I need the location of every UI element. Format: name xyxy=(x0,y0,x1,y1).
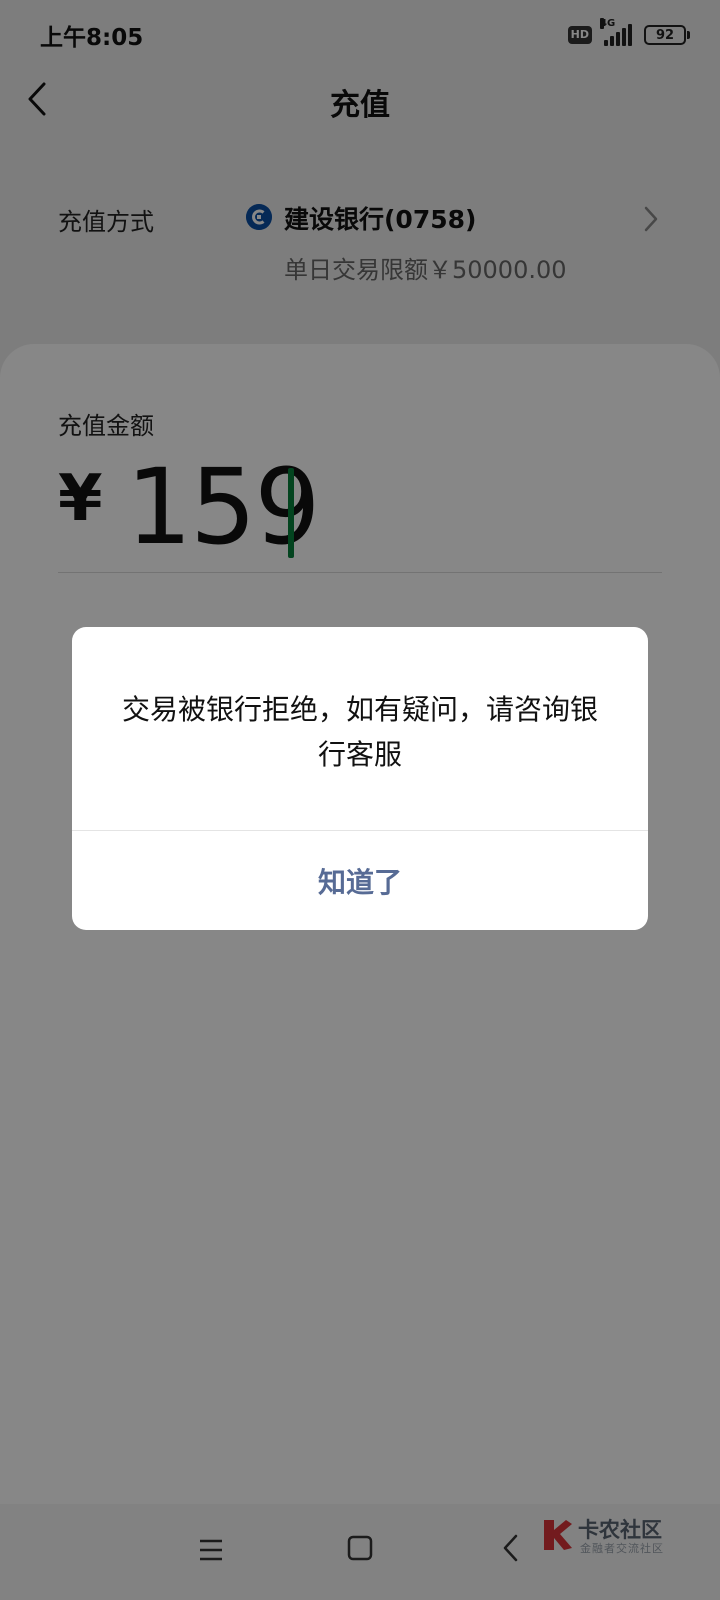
dialog-message: 交易被银行拒绝，如有疑问，请咨询银行客服 xyxy=(121,693,598,771)
alert-dialog: 交易被银行拒绝，如有疑问，请咨询银行客服 知道了 xyxy=(72,627,648,930)
dialog-confirm-button[interactable]: 知道了 xyxy=(72,831,648,930)
